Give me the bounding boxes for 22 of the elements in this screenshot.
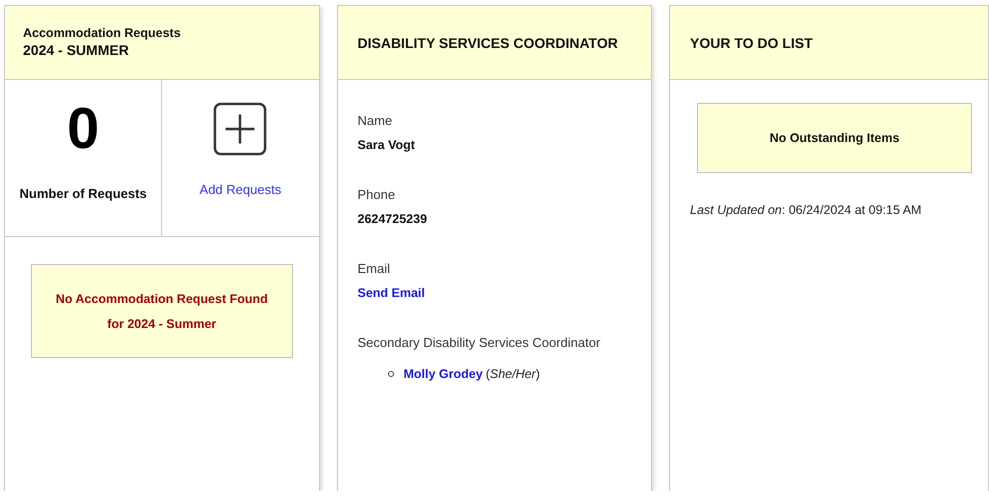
field-value: 2624725239	[358, 212, 428, 226]
notice-text: for 2024 - Summer	[107, 316, 216, 330]
count-label: Number of Requests	[20, 186, 147, 201]
field-label: Name	[358, 113, 394, 128]
card-title: YOUR TO DO LIST	[690, 34, 813, 50]
notice-text: No Accommodation Request Found	[56, 292, 268, 306]
add-icon[interactable]	[213, 102, 268, 156]
card-title: DISABILITY SERVICES COORDINATOR	[358, 34, 618, 50]
pronouns-text: (She/Her)	[486, 367, 540, 381]
term-title: 2024 - SUMMER	[23, 42, 130, 58]
field-label: Phone	[358, 187, 396, 202]
field-value: Sara Vogt	[358, 138, 416, 152]
field-label: Email	[358, 261, 392, 276]
coordinator-link[interactable]: Molly Grodey	[404, 367, 483, 381]
card-title: Accommodation Requests	[23, 26, 182, 40]
field-label: Secondary Disability Services Coordinator	[358, 335, 602, 350]
add-requests-link[interactable]: Add Requests	[200, 182, 282, 197]
bullet-icon	[388, 371, 394, 377]
request-count: 0	[66, 98, 100, 160]
last-updated-text: Last Updated on: 06/24/2024 at 09:15 AM	[690, 203, 922, 217]
notice-text: No Outstanding Items	[770, 131, 900, 145]
send-email-link[interactable]: Send Email	[358, 286, 631, 300]
